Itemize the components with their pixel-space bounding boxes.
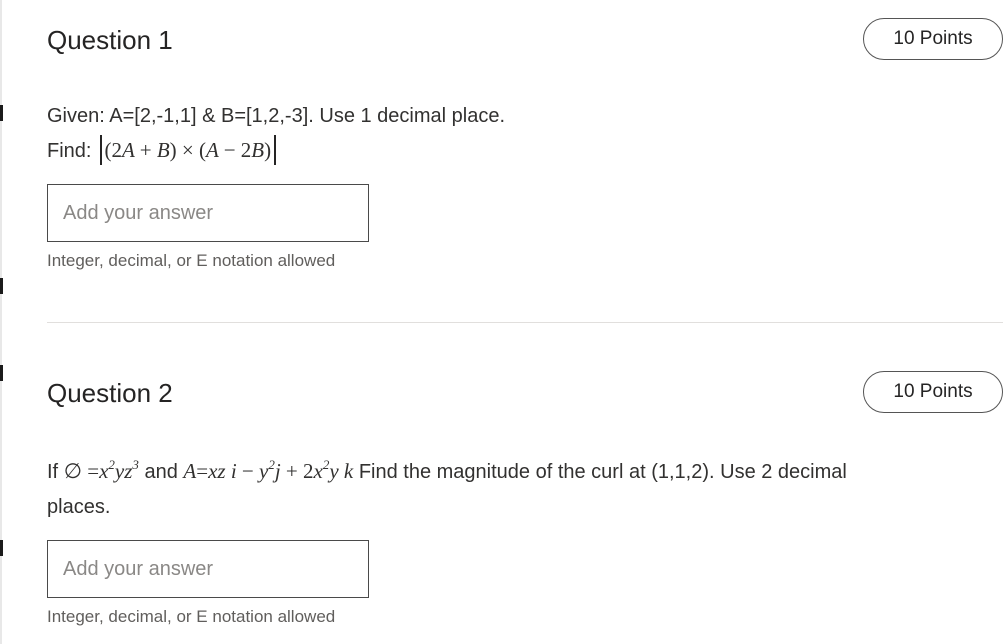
question-rest-text: Find the magnitude of the curl at (1,1,2… bbox=[358, 461, 847, 483]
edge-marker bbox=[0, 278, 3, 294]
formula-cross-product: (2A + B) × (A − 2B) bbox=[97, 135, 279, 165]
formula-scalar-field: ∅ =x2yz3 bbox=[63, 457, 139, 483]
if-label: If bbox=[47, 461, 59, 483]
edge-marker bbox=[0, 365, 3, 381]
and-label: and bbox=[144, 461, 178, 483]
answer-hint: Integer, decimal, or E notation allowed bbox=[47, 251, 336, 270]
points-badge: 10 Points bbox=[863, 371, 1003, 413]
question-find-line: Find: (2A + B) × (A − 2B) bbox=[47, 133, 279, 168]
question-title: Question 2 bbox=[47, 378, 173, 408]
question-text-continued: places. bbox=[47, 496, 111, 518]
edge-marker bbox=[0, 105, 3, 121]
question-divider bbox=[47, 322, 1003, 323]
question-text: If ∅ =x2yz3 and A=xz i − y2j + 2x2y k Fi… bbox=[47, 454, 847, 489]
answer-input[interactable] bbox=[47, 184, 369, 242]
question-text: Given: A=[2,-1,1] & B=[1,2,-3]. Use 1 de… bbox=[47, 105, 506, 127]
formula-vector-field: A=xz i − y2j + 2x2y k bbox=[183, 457, 354, 483]
answer-hint: Integer, decimal, or E notation allowed bbox=[47, 607, 336, 626]
edge-marker bbox=[0, 540, 3, 556]
answer-input[interactable] bbox=[47, 540, 369, 598]
find-label: Find: bbox=[47, 140, 92, 162]
points-badge: 10 Points bbox=[863, 18, 1003, 60]
question-title: Question 1 bbox=[47, 25, 173, 55]
